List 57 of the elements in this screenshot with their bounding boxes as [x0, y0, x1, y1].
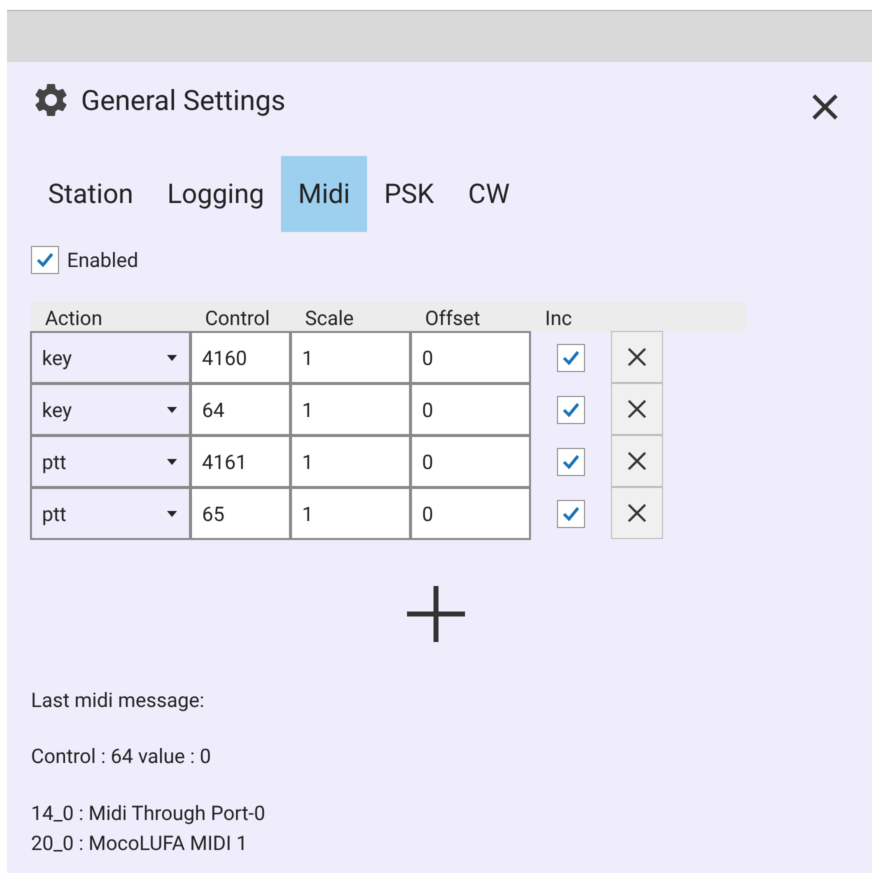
check-icon [561, 452, 581, 472]
column-header: Inc [544, 305, 573, 332]
caret-icon [167, 458, 177, 464]
port-item: 14_0 : Midi Through Port-0 [31, 800, 266, 827]
close-icon [810, 92, 840, 122]
enabled-checkbox[interactable] [31, 246, 59, 274]
input-field[interactable]: 0 [410, 435, 531, 488]
check-icon [561, 400, 581, 420]
delete-button[interactable] [611, 435, 663, 487]
close-icon [626, 450, 648, 472]
column-header: Action [44, 305, 104, 332]
action-dropdown[interactable]: key [30, 331, 191, 384]
port-item: 20_0 : MocoLUFA MIDI 1 [31, 830, 249, 857]
action-dropdown[interactable]: key [30, 383, 191, 436]
inc-checkbox[interactable] [557, 500, 585, 528]
caret-icon [167, 406, 177, 412]
input-field[interactable]: 4161 [190, 435, 291, 488]
input-field[interactable]: 1 [290, 331, 411, 384]
check-icon [561, 348, 581, 368]
tab[interactable]: CW [451, 156, 527, 232]
close-icon [626, 346, 648, 368]
caret-icon [167, 354, 177, 360]
status-label: Last midi message: [31, 688, 206, 712]
close-icon [626, 502, 648, 524]
input-field[interactable]: 0 [410, 487, 531, 540]
input-field[interactable]: 0 [410, 331, 531, 384]
input-field[interactable]: 64 [190, 383, 291, 436]
delete-button[interactable] [611, 331, 663, 383]
inc-checkbox[interactable] [557, 448, 585, 476]
tab[interactable]: Station [31, 156, 150, 232]
caret-icon [167, 510, 177, 516]
check-icon [35, 250, 55, 270]
column-header: Offset [424, 305, 482, 332]
input-field[interactable]: 1 [290, 383, 411, 436]
input-field[interactable]: 65 [190, 487, 291, 540]
action-dropdown[interactable]: ptt [30, 435, 191, 488]
add-button[interactable] [406, 584, 466, 644]
delete-button[interactable] [611, 487, 663, 539]
input-field[interactable]: 4160 [190, 331, 291, 384]
status-text: Control : 64 value : 0 [31, 744, 212, 768]
input-field[interactable]: 0 [410, 383, 531, 436]
delete-button[interactable] [611, 383, 663, 435]
input-field[interactable]: 1 [290, 435, 411, 488]
tab[interactable]: PSK [367, 156, 452, 232]
dialog-title: General Settings [81, 84, 286, 116]
action-dropdown[interactable]: ptt [30, 487, 191, 540]
close-icon [626, 398, 648, 420]
check-icon [561, 504, 581, 524]
plus-icon [407, 586, 465, 642]
column-header: Control [204, 305, 271, 332]
tab[interactable]: Midi [281, 156, 368, 232]
input-field[interactable]: 1 [290, 487, 411, 540]
checkbox-label: Enabled [67, 248, 138, 272]
inc-checkbox[interactable] [557, 396, 585, 424]
inc-checkbox[interactable] [557, 344, 585, 372]
tab[interactable]: Logging [150, 156, 282, 232]
column-header: Scale [304, 305, 355, 332]
